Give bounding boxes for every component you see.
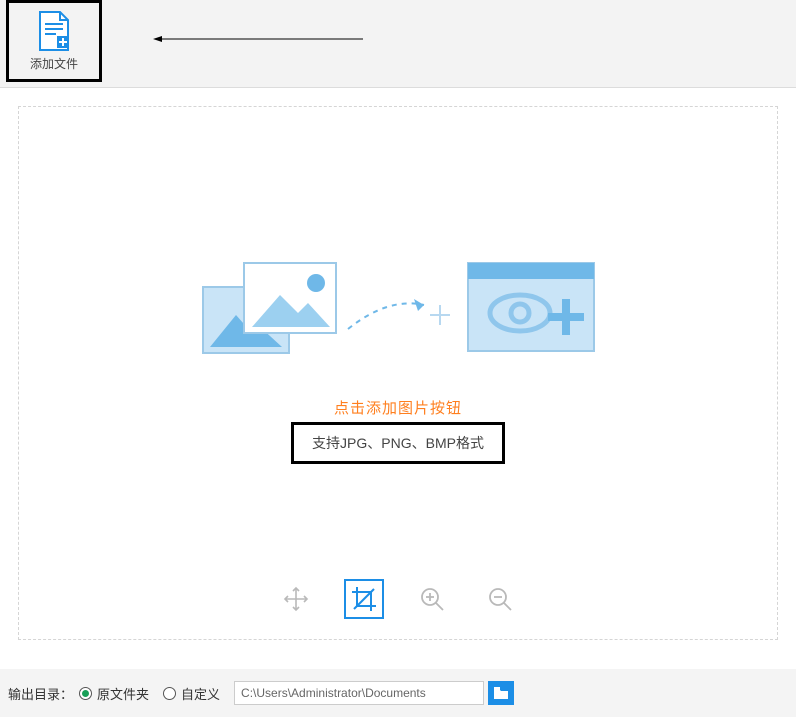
zoom-in-button[interactable] [412, 579, 452, 619]
radio-custom-folder[interactable]: 自定义 [163, 684, 220, 703]
radio-source-folder[interactable]: 原文件夹 [79, 684, 149, 703]
radio-source-folder-label: 原文件夹 [97, 684, 149, 703]
drop-prompt: 点击添加图片按钮 [334, 397, 462, 418]
output-dir-label: 输出目录： [8, 684, 73, 703]
top-toolbar: 添加文件 [0, 0, 796, 88]
add-image-illustration [198, 257, 598, 367]
drop-area[interactable]: 点击添加图片按钮 支持JPG、PNG、BMP格式 [18, 106, 778, 640]
radio-custom-label: 自定义 [181, 684, 220, 703]
add-file-button[interactable]: 添加文件 [6, 0, 102, 82]
zoom-out-icon [487, 586, 513, 612]
file-add-icon [34, 11, 74, 51]
folder-icon [493, 686, 509, 700]
canvas-toolbar [19, 579, 777, 619]
crop-tool-button[interactable] [344, 579, 384, 619]
radio-dot-icon [79, 687, 92, 700]
supported-formats-label: 支持JPG、PNG、BMP格式 [291, 422, 505, 464]
browse-folder-button[interactable] [488, 681, 514, 705]
move-icon [283, 586, 309, 612]
output-path-input[interactable]: C:\Users\Administrator\Documents [234, 681, 484, 705]
output-path-value: C:\Users\Administrator\Documents [241, 686, 426, 700]
footer-bar: 输出目录： 原文件夹 自定义 C:\Users\Administrator\Do… [0, 669, 796, 717]
move-tool-button[interactable] [276, 579, 316, 619]
radio-dot-icon [163, 687, 176, 700]
crop-icon [351, 586, 377, 612]
zoom-in-icon [419, 586, 445, 612]
arrow-annotation-icon [118, 36, 398, 42]
add-file-label: 添加文件 [30, 55, 78, 72]
zoom-out-button[interactable] [480, 579, 520, 619]
